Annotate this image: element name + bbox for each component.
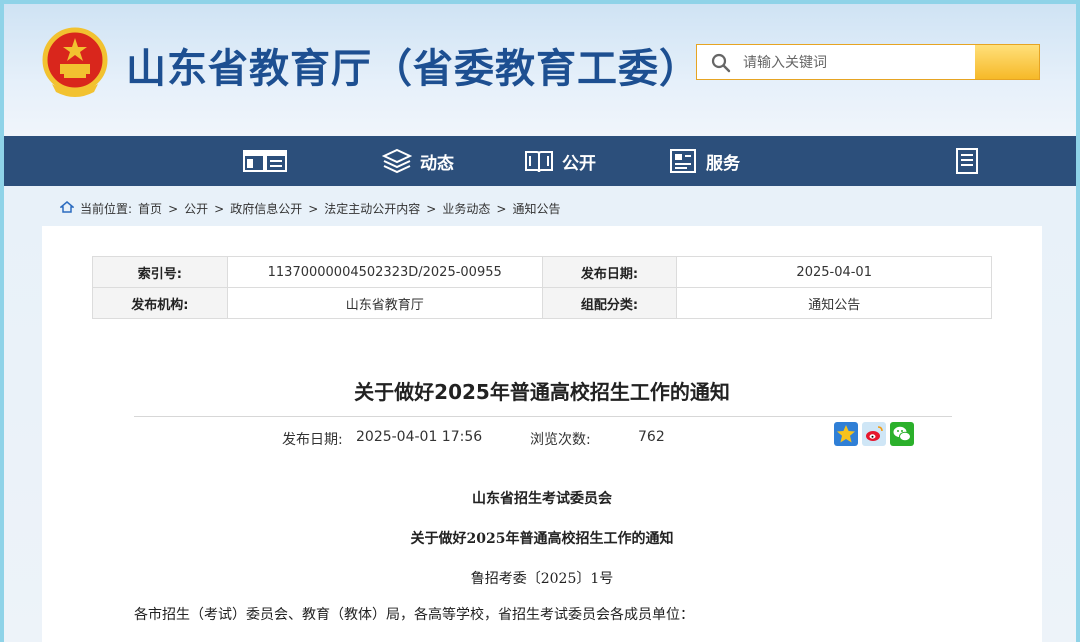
page-frame: 山东省教育厅（省委教育工委） 请输入关键词 动态 公开 服务 当前位置: 首页 …	[4, 4, 1076, 642]
breadcrumb-separator: >	[168, 201, 179, 216]
search-box	[696, 44, 1040, 81]
breadcrumb: 当前位置: 首页 > 公开 > 政府信息公开 > 法定主动公开内容 > 业务动态…	[58, 200, 560, 217]
document-number: 鲁招考委〔2025〕1号	[470, 571, 614, 587]
index-value: 11370000004502323D/2025-00955	[226, 256, 543, 288]
main-nav: 动态 公开 服务	[4, 136, 1076, 186]
nav-item-gongkai[interactable]: 公开	[524, 136, 596, 186]
site-title: 山东省教育厅（省委教育工委）	[126, 46, 700, 92]
nav-item-document[interactable]	[954, 136, 988, 186]
org-label: 发布机构:	[92, 287, 228, 319]
nav-label-fuwu: 服务	[706, 153, 740, 174]
nav-item-dongtai[interactable]: 动态	[382, 136, 454, 186]
salutation-paragraph: 各市招生（考试）委员会、教育（教体）局，各高等学校，省招生考试委员会各成员单位：	[134, 607, 694, 623]
homepage-icon	[242, 148, 288, 174]
nav-label-dongtai: 动态	[420, 153, 454, 174]
breadcrumb-item-business[interactable]: 业务动态	[442, 200, 490, 217]
views-value: 762	[638, 429, 665, 445]
breadcrumb-separator: >	[308, 201, 319, 216]
issuer-line: 山东省招生考试委员会	[472, 491, 612, 507]
publish-date-label: 发布日期:	[541, 256, 678, 288]
breadcrumb-item-home[interactable]: 首页	[138, 200, 162, 217]
title-divider	[134, 416, 952, 417]
home-icon[interactable]	[58, 201, 76, 216]
breadcrumb-prefix: 当前位置:	[80, 202, 133, 216]
date-label: 发布日期:	[282, 432, 343, 448]
nav-item-homepage[interactable]	[242, 136, 296, 186]
breadcrumb-item-gongkai[interactable]: 公开	[184, 200, 208, 217]
article-title: 关于做好2025年普通高校招生工作的通知	[354, 380, 730, 404]
document-icon	[954, 147, 980, 175]
breadcrumb-item-statutory[interactable]: 法定主动公开内容	[324, 200, 420, 217]
site-header: 山东省教育厅（省委教育工委）	[4, 4, 1076, 136]
category-label: 组配分类:	[541, 287, 678, 319]
publish-date-value: 2025-04-01	[676, 256, 992, 288]
nav-label-gongkai: 公开	[562, 153, 596, 174]
national-emblem-icon	[40, 26, 110, 100]
search-icon	[711, 53, 731, 73]
table-row: 发布机构: 山东省教育厅 组配分类: 通知公告	[92, 287, 992, 319]
search-input[interactable]	[741, 45, 975, 81]
breadcrumb-item-notice[interactable]: 通知公告	[512, 200, 560, 217]
date-value: 2025-04-01 17:56	[356, 429, 483, 445]
document-title-line: 关于做好2025年普通高校招生工作的通知	[410, 531, 674, 547]
search-button[interactable]	[975, 45, 1039, 79]
views-label: 浏览次数:	[530, 432, 591, 448]
breadcrumb-separator: >	[496, 201, 507, 216]
breadcrumb-separator: >	[426, 201, 437, 216]
content-panel: 索引号: 11370000004502323D/2025-00955 发布日期:…	[42, 226, 1042, 642]
weibo-share-icon[interactable]	[862, 422, 886, 446]
wechat-share-icon[interactable]	[890, 422, 914, 446]
breadcrumb-item-info[interactable]: 政府信息公开	[230, 200, 302, 217]
table-row: 索引号: 11370000004502323D/2025-00955 发布日期:…	[92, 256, 992, 288]
favorite-star-icon[interactable]	[834, 422, 858, 446]
org-value: 山东省教育厅	[226, 287, 543, 319]
breadcrumb-separator: >	[214, 201, 225, 216]
document-meta-table: 索引号: 11370000004502323D/2025-00955 发布日期:…	[92, 256, 992, 319]
category-value: 通知公告	[676, 287, 992, 319]
nav-item-fuwu[interactable]: 服务	[668, 136, 740, 186]
book-icon	[524, 148, 554, 174]
service-icon	[668, 148, 698, 174]
index-label: 索引号:	[92, 256, 228, 288]
stack-icon	[382, 148, 412, 174]
